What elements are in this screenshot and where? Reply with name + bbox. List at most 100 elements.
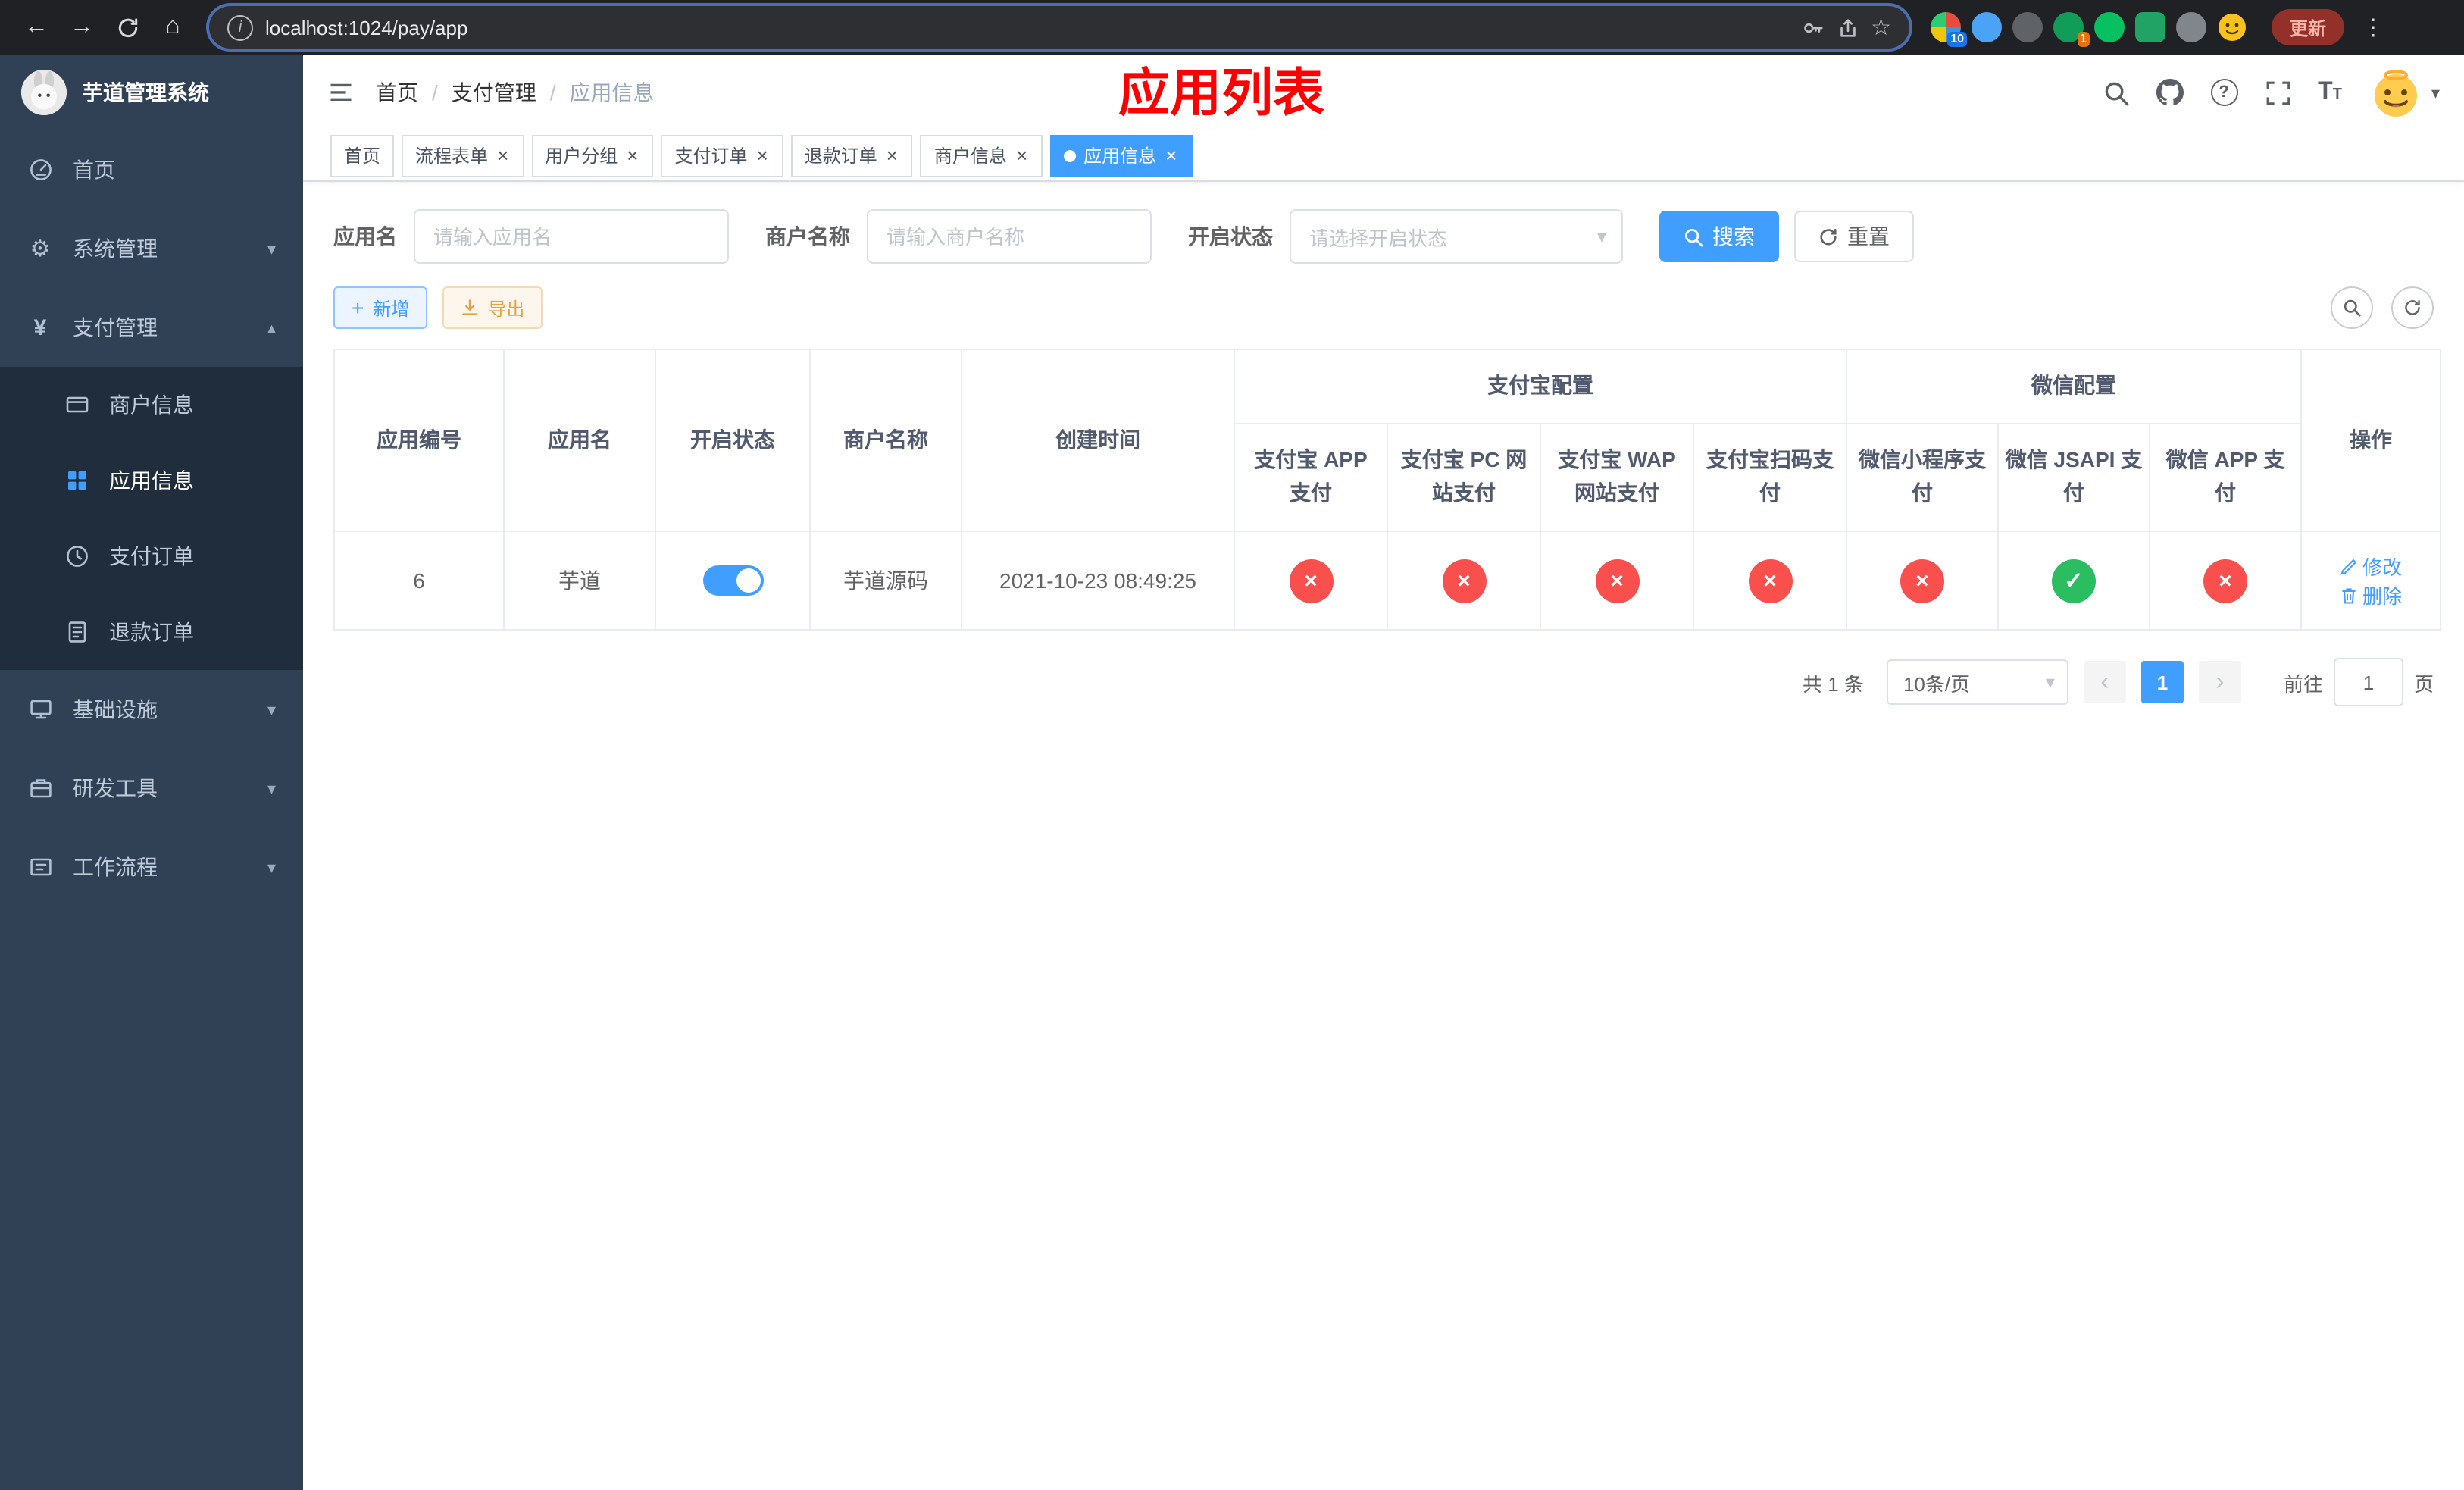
- app-name-input[interactable]: [414, 209, 729, 264]
- extension-icon-dark[interactable]: [2012, 12, 2043, 42]
- extension-icon-emoji-face[interactable]: [2217, 12, 2247, 42]
- help-icon[interactable]: ?: [2210, 79, 2238, 106]
- goto-page-input[interactable]: [2333, 658, 2403, 706]
- font-size-large-glyph: T: [2318, 79, 2333, 105]
- browser-update-button[interactable]: 更新: [2272, 9, 2345, 45]
- breadcrumb-home[interactable]: 首页: [376, 77, 418, 108]
- extensions-pin-icon[interactable]: [2176, 12, 2206, 42]
- screen: ← → ⌂ i localhost:1024/pay/app ☆ 10 1 更新…: [0, 0, 2464, 1490]
- sidebar-item-payment[interactable]: ¥ 支付管理 ▴: [0, 288, 303, 367]
- workflow-icon: [27, 855, 53, 879]
- sidebar-item-dev-tools[interactable]: 研发工具 ▾: [0, 749, 303, 828]
- cell-wx-jsapi: ✓: [1997, 531, 2150, 631]
- reset-button[interactable]: 重置: [1794, 211, 1914, 262]
- sidebar-item-merchant-info[interactable]: 商户信息: [0, 367, 303, 443]
- tab-close-icon[interactable]: ×: [625, 146, 639, 165]
- site-info-icon[interactable]: i: [227, 14, 253, 40]
- page-number-button[interactable]: 1: [2140, 661, 2184, 703]
- sidebar-item-infrastructure[interactable]: 基础设施 ▾: [0, 670, 303, 749]
- share-icon[interactable]: [1836, 16, 1859, 39]
- export-button[interactable]: 导出: [442, 286, 543, 329]
- tab-close-icon[interactable]: ×: [496, 146, 510, 165]
- col-header-alipay-qr: 支付宝扫码支付: [1693, 423, 1847, 532]
- add-button-label: 新增: [373, 298, 410, 319]
- sidebar-item-app-info[interactable]: 应用信息: [0, 443, 303, 518]
- goto-suffix: 页: [2413, 672, 2434, 695]
- payment-submenu: 商户信息 应用信息 支付订单 退款订单: [0, 367, 303, 670]
- status-select-placeholder: 请选择开启状态: [1309, 227, 1448, 249]
- tab-process-form[interactable]: 流程表单 ×: [402, 134, 524, 177]
- tab-refund-orders[interactable]: 退款订单 ×: [790, 134, 913, 177]
- sidebar: 芋道管理系统 首页 ⚙ 系统管理 ▾ ¥ 支付管理 ▴ 商户信息 应用信息 支付…: [0, 55, 303, 1490]
- tab-close-icon[interactable]: ×: [1164, 146, 1178, 165]
- breadcrumb-separator: /: [432, 80, 438, 105]
- sidebar-item-refund-orders[interactable]: 退款订单: [0, 594, 303, 670]
- browser-menu-button[interactable]: ⋮: [2356, 14, 2390, 41]
- toggle-search-button[interactable]: [2331, 286, 2373, 329]
- tab-merchant-info[interactable]: 商户信息 ×: [920, 134, 1043, 177]
- sidebar-item-workflow[interactable]: 工作流程 ▾: [0, 828, 303, 906]
- tab-label: 退款订单: [804, 146, 877, 167]
- sidebar-item-label: 工作流程: [73, 855, 158, 879]
- filter-app-name: 应用名: [333, 209, 729, 264]
- search-button[interactable]: 搜索: [1659, 211, 1779, 262]
- tab-label: 用户分组: [545, 146, 618, 167]
- browser-forward-button[interactable]: →: [61, 6, 103, 49]
- font-size-icon[interactable]: TT: [2318, 80, 2342, 105]
- browser-reload-button[interactable]: [106, 6, 149, 49]
- logo-rabbit-icon: [21, 70, 67, 115]
- tab-app-info[interactable]: 应用信息 ×: [1050, 134, 1193, 177]
- password-key-icon[interactable]: [1801, 16, 1824, 39]
- sidebar-item-pay-orders[interactable]: 支付订单: [0, 518, 303, 594]
- extension-icon-wechat-green[interactable]: [2094, 12, 2125, 42]
- tab-close-icon[interactable]: ×: [755, 146, 770, 165]
- cell-actions: 修改 删除: [2300, 531, 2442, 631]
- plus-icon: +: [352, 296, 364, 320]
- refresh-table-button[interactable]: [2391, 286, 2434, 329]
- edit-link[interactable]: 修改: [2340, 552, 2402, 581]
- delete-link-label: 删除: [2362, 585, 2403, 608]
- merchant-name-input[interactable]: [867, 209, 1152, 264]
- status-switch[interactable]: [702, 565, 763, 596]
- delete-link[interactable]: 删除: [2340, 581, 2402, 609]
- bookmark-star-icon[interactable]: ☆: [1871, 14, 1891, 41]
- extension-icon-notes-green[interactable]: [2135, 12, 2165, 42]
- extension-icon-green-notify[interactable]: 1: [2053, 12, 2090, 47]
- tab-close-icon[interactable]: ×: [885, 146, 899, 165]
- extension-icon-blue[interactable]: [1972, 12, 2002, 42]
- tab-label: 应用信息: [1083, 146, 1157, 167]
- browser-back-button[interactable]: ←: [15, 6, 58, 49]
- sidebar-item-label: 支付管理: [73, 315, 158, 340]
- goto-label: 前往: [2283, 672, 2323, 695]
- tab-label: 流程表单: [415, 146, 489, 167]
- reload-icon: [117, 17, 137, 37]
- col-header-app-name: 应用名: [503, 349, 656, 532]
- cell-app-id: 6: [333, 531, 505, 631]
- header-search-icon[interactable]: [2103, 80, 2128, 105]
- tab-pay-orders[interactable]: 支付订单 ×: [661, 134, 783, 177]
- address-bar[interactable]: i localhost:1024/pay/app ☆: [209, 6, 1909, 49]
- page-size-select[interactable]: 10条/页 ▾: [1886, 659, 2068, 705]
- add-button[interactable]: + 新增: [333, 286, 428, 329]
- app-logo[interactable]: 芋道管理系统: [0, 55, 303, 130]
- tab-user-group[interactable]: 用户分组 ×: [531, 134, 654, 177]
- channel-status-icon: ×: [1289, 559, 1333, 603]
- infrastructure-icon: [27, 697, 53, 722]
- fullscreen-icon[interactable]: [2265, 80, 2290, 105]
- tab-home[interactable]: 首页: [330, 134, 395, 177]
- merchant-name-label: 商户名称: [765, 224, 850, 249]
- extension-icon-colorful[interactable]: 10: [1931, 12, 1967, 47]
- user-menu[interactable]: ▾: [2369, 65, 2440, 120]
- github-icon[interactable]: [2156, 79, 2184, 106]
- prev-page-button[interactable]: ‹: [2083, 661, 2126, 703]
- next-page-button[interactable]: ›: [2198, 661, 2241, 703]
- sidebar-item-label: 基础设施: [73, 697, 158, 722]
- sidebar-item-system[interactable]: ⚙ 系统管理 ▾: [0, 209, 303, 288]
- tab-close-icon[interactable]: ×: [1015, 146, 1029, 165]
- col-header-merchant: 商户名称: [809, 349, 962, 532]
- sidebar-collapse-button[interactable]: [327, 79, 355, 106]
- sidebar-item-label: 研发工具: [73, 776, 158, 800]
- status-select[interactable]: 请选择开启状态 ▾: [1290, 209, 1623, 264]
- browser-home-button[interactable]: ⌂: [152, 6, 194, 49]
- sidebar-item-home[interactable]: 首页: [0, 130, 303, 209]
